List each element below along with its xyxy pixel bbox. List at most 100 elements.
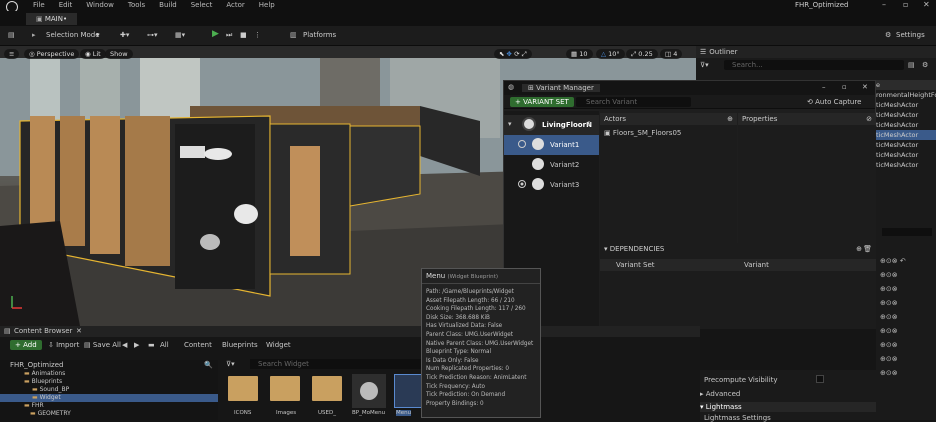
stop-icon[interactable]: ■ — [240, 31, 247, 39]
tree-item[interactable]: ▬ FHR — [0, 402, 218, 410]
settings-button[interactable]: Settings — [896, 31, 925, 39]
show-button[interactable]: Show — [105, 49, 133, 59]
actor-row[interactable]: ▣ Floors_SM_Floors05 — [600, 127, 737, 139]
asset-thumbnail[interactable] — [352, 374, 386, 408]
tree-item[interactable]: ▬ GEOMETRY — [0, 410, 218, 418]
advanced-section[interactable]: ▸ Advanced — [700, 390, 740, 398]
tab-main[interactable]: ▣ MAIN• — [26, 13, 78, 25]
selection-mode-button[interactable]: Selection Mode — [46, 31, 100, 39]
selection-mode-icon[interactable]: ▸ — [32, 31, 36, 39]
dependencies-header[interactable]: ▾ DEPENDENCIES ⊕ 🗑 — [600, 243, 876, 255]
variant-set-row[interactable]: ▾ LivingFloorN ⊕ — [504, 115, 599, 135]
outliner-row[interactable]: ticMeshActor — [876, 100, 936, 110]
blueprint-icon[interactable]: ⊶▾ — [147, 31, 158, 39]
menu-edit[interactable]: Edit — [59, 1, 73, 9]
play-icon[interactable]: ▶ — [212, 29, 219, 39]
asset-search-input[interactable]: Search Widget — [250, 359, 430, 369]
rotation-snap-button[interactable]: △ 10° — [596, 49, 625, 59]
menu-file[interactable]: File — [33, 1, 45, 9]
add-actor-icon[interactable]: ⊕ — [727, 113, 733, 125]
settings-icon[interactable]: ⚙ — [885, 31, 891, 39]
property-buttons[interactable]: ⊕⊙⊗ ↶ ⊕⊙⊗ ⊕⊙⊗ ⊕⊙⊗ ⊕⊙⊗ ⊕⊙⊗ ⊕⊙⊗ ⊕⊙⊗ ⊕⊙⊗ — [880, 254, 906, 380]
menu-actor[interactable]: Actor — [226, 1, 244, 9]
platforms-button[interactable]: Platforms — [303, 31, 336, 39]
viewport-menu-button[interactable]: ≡ — [4, 49, 20, 59]
add-variant-icon[interactable]: ⊕ — [586, 120, 592, 128]
save-all-button[interactable]: ▤ Save All — [84, 341, 121, 349]
transform-tools[interactable]: ⬉ ✥ ⟳ ⤢ — [494, 49, 532, 59]
perspective-button[interactable]: ◎ Perspective — [24, 49, 80, 59]
details-search-input[interactable] — [882, 228, 932, 236]
forward-icon[interactable]: ▶ — [134, 341, 139, 349]
add-button[interactable]: + Add — [10, 340, 42, 350]
tree-root[interactable]: FHR_Optimized 🔍 — [0, 360, 218, 370]
outliner-row-selected[interactable]: ticMeshActor — [876, 130, 936, 140]
tree-item[interactable]: ▬ Blueprints — [0, 378, 218, 386]
outliner-row[interactable]: ticMeshActor — [876, 110, 936, 120]
breadcrumb-widget[interactable]: Widget — [266, 341, 291, 349]
menu-window[interactable]: Window — [86, 1, 114, 9]
precompute-visibility-checkbox[interactable] — [816, 375, 824, 383]
filter-icon[interactable]: ⊽▾ — [226, 360, 235, 368]
camera-speed-button[interactable]: ◫ 4 — [660, 49, 683, 59]
cinematics-icon[interactable]: ▦▾ — [175, 31, 185, 39]
outliner-row[interactable]: ticMeshActor — [876, 160, 936, 170]
search-icon[interactable]: 🔍 — [204, 360, 213, 370]
outliner-row[interactable]: ticMeshActor — [876, 150, 936, 160]
maximize-icon[interactable]: ▫ — [842, 83, 847, 91]
menu-help[interactable]: Help — [259, 1, 275, 9]
minimize-icon[interactable]: – — [822, 83, 826, 91]
scale-snap-button[interactable]: ⤢ 0.25 — [626, 49, 658, 59]
outliner-row[interactable]: e — [876, 80, 936, 90]
add-variant-set-button[interactable]: + VARIANT SET — [510, 97, 574, 107]
outliner-row[interactable]: ronmentalHeightFo — [876, 90, 936, 100]
variant-row[interactable]: Variant3 — [504, 175, 599, 195]
tree-item[interactable]: ▬ Animations — [0, 370, 218, 378]
search-variant-input[interactable]: Search Variant — [576, 97, 691, 107]
asset-folder-icon[interactable] — [270, 376, 300, 401]
add-folder-icon[interactable]: ▤ — [908, 61, 915, 69]
add-dependency-icon[interactable]: ⊕ — [856, 243, 862, 255]
breadcrumb-all[interactable]: All — [160, 341, 169, 349]
asset-folder-icon[interactable] — [228, 376, 258, 401]
variant-radio[interactable] — [518, 140, 526, 148]
maximize-icon[interactable]: ▫ — [903, 0, 908, 9]
rotate-icon[interactable]: ⟳ — [514, 50, 519, 58]
add-actor-icon[interactable]: ✚▾ — [120, 31, 129, 39]
variant-radio-active[interactable] — [518, 180, 526, 188]
folder-icon[interactable]: ▬ — [148, 341, 155, 349]
content-browser-tab[interactable]: ▤ Content Browser ✕ — [0, 326, 700, 337]
outliner-row[interactable]: ticMeshActor — [876, 140, 936, 150]
select-icon[interactable]: ⬉ — [499, 50, 504, 58]
close-icon[interactable]: ✕ — [76, 327, 82, 335]
menu-tools[interactable]: Tools — [128, 1, 145, 9]
asset-thumbnail-selected[interactable] — [394, 374, 422, 408]
variant-row-selected[interactable]: Variant1 — [504, 135, 599, 155]
outliner-settings-icon[interactable]: ⚙ — [922, 61, 928, 69]
outliner-search-input[interactable]: Search... — [724, 60, 904, 70]
close-icon[interactable]: ✕ — [862, 83, 868, 91]
save-icon[interactable]: ▤ — [8, 31, 15, 39]
tree-item-selected[interactable]: ▬ Widget — [0, 394, 218, 402]
move-icon[interactable]: ✥ — [507, 50, 512, 58]
breadcrumb-content[interactable]: Content — [184, 341, 212, 349]
asset-folder-icon[interactable] — [312, 376, 342, 401]
play-options-icon[interactable]: ⋮ — [254, 31, 261, 39]
delete-icon[interactable]: 🗑 — [863, 243, 872, 255]
clear-icon[interactable]: ⊘ — [866, 113, 872, 125]
grid-snap-button[interactable]: ▦ 10 — [566, 49, 593, 59]
step-icon[interactable]: ⏭ — [226, 31, 232, 40]
scale-icon[interactable]: ⤢ — [522, 50, 527, 58]
lit-button[interactable]: ◉ Lit — [80, 49, 106, 59]
close-icon[interactable]: ✕ — [923, 0, 930, 9]
menu-select[interactable]: Select — [191, 1, 213, 9]
tree-item[interactable]: ▬ Sound_BP — [0, 386, 218, 394]
filter-icon[interactable]: ⊽▾ — [700, 61, 709, 69]
minimize-icon[interactable]: – — [882, 0, 886, 9]
collapse-icon[interactable]: ▾ — [508, 120, 512, 128]
variant-row[interactable]: Variant2 — [504, 155, 599, 175]
breadcrumb-blueprints[interactable]: Blueprints — [222, 341, 258, 349]
back-icon[interactable]: ◀ — [122, 341, 127, 349]
outliner-row[interactable]: ticMeshActor — [876, 120, 936, 130]
platforms-icon[interactable]: ▥ — [290, 31, 297, 39]
